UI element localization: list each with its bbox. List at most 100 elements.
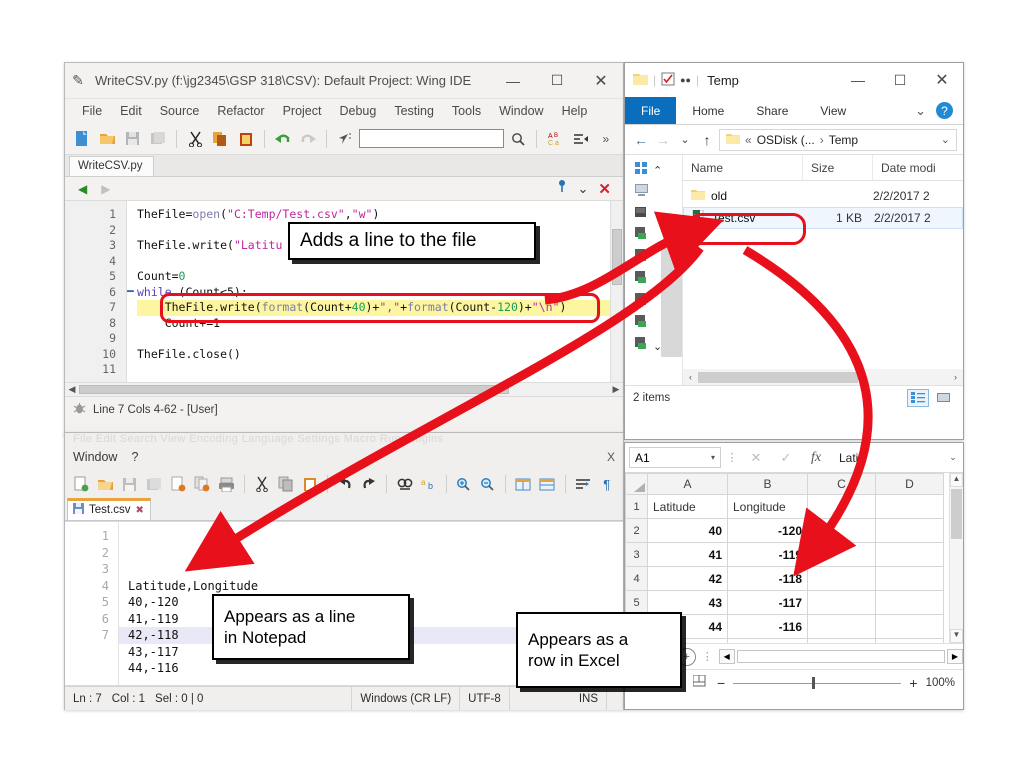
table-row[interactable]: 1 Latitude Longitude <box>625 494 944 519</box>
column-header-date[interactable]: Date modi <box>873 155 963 180</box>
hscrollbar-thumb[interactable] <box>79 385 509 394</box>
wing-editor-navbar[interactable]: ◀ ▶ ⌄ ✕ <box>65 177 623 201</box>
pointer-icon[interactable] <box>334 127 356 151</box>
cell[interactable] <box>875 494 944 519</box>
redo-icon[interactable] <box>358 472 380 496</box>
close-button[interactable]: ✕ <box>921 63 963 97</box>
menu-edit[interactable]: Edit <box>111 104 151 118</box>
expand-formula-bar-icon[interactable]: ⌄ <box>947 452 959 463</box>
code-line[interactable]: Count=0 <box>137 269 623 285</box>
wing-fold-column[interactable]: ━ <box>127 201 139 382</box>
details-view-icon[interactable] <box>907 388 929 407</box>
nav-collapse-icon[interactable]: ⌃ <box>653 164 662 177</box>
cut-icon[interactable] <box>250 472 272 496</box>
menu-window[interactable]: Window <box>490 104 552 118</box>
paste-icon[interactable] <box>234 127 256 151</box>
cell[interactable] <box>875 614 944 639</box>
chevron-down-icon[interactable]: ▾ <box>711 453 715 462</box>
column-header-name[interactable]: Name ⌃ <box>683 155 803 180</box>
cell[interactable] <box>807 614 876 639</box>
save-all-icon[interactable] <box>147 127 169 151</box>
column-header-a[interactable]: A <box>647 473 728 495</box>
zoom-in-button[interactable]: + <box>909 675 917 691</box>
scroll-right-icon[interactable]: ▶ <box>609 384 623 395</box>
minimize-button[interactable]: — <box>837 63 879 97</box>
table-row[interactable]: 5 43 -117 <box>625 590 944 615</box>
close-button[interactable]: ✕ <box>579 63 623 98</box>
save-all-icon[interactable] <box>143 472 165 496</box>
formula-input[interactable]: Latit <box>833 447 943 468</box>
nav-back-icon[interactable]: ◀ <box>71 182 94 196</box>
column-header-size[interactable]: Size <box>803 155 873 180</box>
notepad-close-x[interactable]: X <box>607 450 623 464</box>
zoom-out-button[interactable]: − <box>717 675 725 691</box>
new-file-icon[interactable] <box>71 127 93 151</box>
notepad-menubar[interactable]: Window ? X <box>65 445 623 469</box>
find-icon[interactable] <box>393 472 415 496</box>
code-line[interactable] <box>137 362 623 378</box>
undo-icon[interactable] <box>272 127 294 151</box>
save-icon[interactable] <box>122 127 144 151</box>
cell[interactable]: -118 <box>727 566 808 591</box>
sync-vertical-icon[interactable] <box>512 472 534 496</box>
menu-debug[interactable]: Debug <box>330 104 385 118</box>
open-icon[interactable] <box>94 472 116 496</box>
nav-forward-icon[interactable]: ▶ <box>94 182 117 196</box>
explorer-ribbon-tabs[interactable]: File Home Share View ⌄ ? <box>625 97 963 125</box>
maximize-button[interactable]: ☐ <box>535 63 579 98</box>
scrollbar-thumb[interactable] <box>951 489 962 539</box>
cell[interactable]: Longitude <box>727 494 808 519</box>
hscrollbar-thumb[interactable] <box>698 371 858 383</box>
sort-az-icon[interactable]: ABCa <box>544 127 566 151</box>
explorer-navigation-pane[interactable]: ⌃ ⌄ <box>625 155 683 385</box>
cell[interactable]: -119 <box>727 542 808 567</box>
column-header-c[interactable]: C <box>807 473 876 495</box>
ribbon-collapse-icon[interactable]: ⌄ <box>915 103 926 119</box>
explorer-address-bar[interactable]: ← → ⌄ ↑ « OSDisk (... › Temp ⌄ <box>625 125 963 155</box>
file-explorer-window[interactable]: | ●● | Temp — ☐ ✕ File Home Share View ⌄… <box>624 62 964 440</box>
scroll-left-icon[interactable]: ◀ <box>65 384 79 395</box>
nav-item-this-pc[interactable] <box>625 181 682 203</box>
doc-tab-writecsv[interactable]: WriteCSV.py <box>69 156 154 176</box>
cell[interactable]: -117 <box>727 590 808 615</box>
file-name-cell[interactable]: old <box>683 189 803 204</box>
help-icon[interactable]: ? <box>936 102 953 119</box>
scroll-left-icon[interactable]: ‹ <box>683 372 698 382</box>
indent-icon[interactable] <box>569 127 591 151</box>
scroll-down-icon[interactable]: ▼ <box>950 629 963 643</box>
enter-icon[interactable]: ✓ <box>773 450 799 466</box>
row-header[interactable]: 1 <box>625 494 648 519</box>
row-header[interactable]: 5 <box>625 590 648 615</box>
notepad-toolbar[interactable]: ab ¶ <box>65 469 623 499</box>
explorer-horizontal-scrollbar[interactable]: ‹ › <box>683 369 963 385</box>
cell[interactable]: 41 <box>647 542 728 567</box>
large-icons-view-icon[interactable] <box>933 389 955 407</box>
select-all-corner[interactable] <box>625 473 648 495</box>
code-line[interactable]: TheFile.close() <box>137 347 623 363</box>
ribbon-tab-file[interactable]: File <box>625 97 677 124</box>
explorer-window-controls[interactable]: — ☐ ✕ <box>837 63 963 97</box>
menu-testing[interactable]: Testing <box>385 104 443 118</box>
new-icon[interactable] <box>70 472 92 496</box>
ribbon-tab-home[interactable]: Home <box>676 97 740 124</box>
page-break-preview-icon[interactable] <box>689 674 709 690</box>
zoom-slider-knob[interactable] <box>812 676 816 689</box>
text-line[interactable]: Latitude,Longitude <box>128 578 623 595</box>
wing-toolbar[interactable]: ABCa » <box>65 123 623 155</box>
scroll-right-icon[interactable]: ▶ <box>947 649 963 664</box>
back-icon[interactable]: ← <box>631 132 651 148</box>
close-doc-icon[interactable] <box>167 472 189 496</box>
code-line[interactable] <box>137 331 623 347</box>
zoom-out-icon[interactable] <box>477 472 499 496</box>
copy-icon[interactable] <box>275 472 297 496</box>
editor-close-icon[interactable]: ✕ <box>598 180 611 198</box>
cell[interactable] <box>727 638 808 643</box>
excel-horizontal-scrollbar[interactable]: ◀ ▶ <box>718 649 963 664</box>
breadcrumb[interactable]: « OSDisk (... › Temp ⌄ <box>719 128 957 151</box>
cell[interactable] <box>807 566 876 591</box>
pin-icon[interactable] <box>556 179 568 198</box>
breadcrumb-dropdown-icon[interactable]: ⌄ <box>941 133 950 146</box>
column-header-d[interactable]: D <box>875 473 944 495</box>
close-all-icon[interactable] <box>191 472 213 496</box>
sync-horizontal-icon[interactable] <box>536 472 558 496</box>
